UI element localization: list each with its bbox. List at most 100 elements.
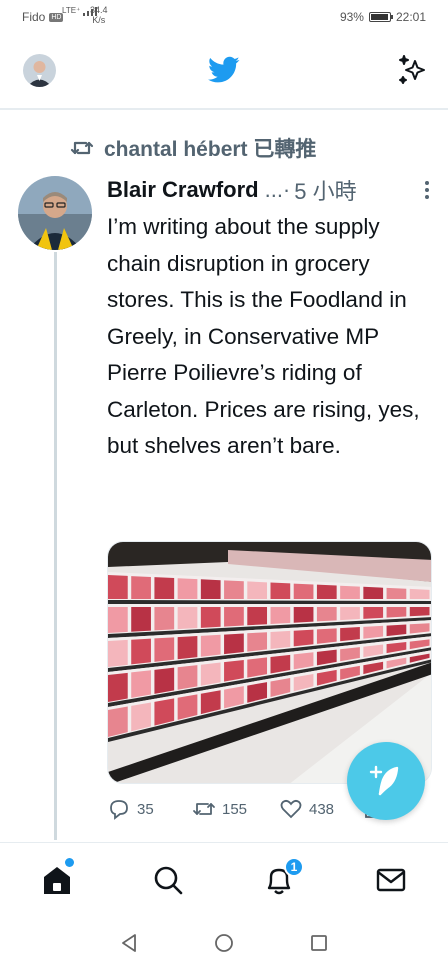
reply-icon (110, 800, 128, 820)
meat-package (270, 582, 291, 599)
search-icon (154, 866, 183, 895)
retweet-context[interactable]: chantal hébert 已轉推 (70, 134, 316, 162)
meat-package (247, 581, 268, 599)
app-header (0, 34, 448, 110)
meat-package (316, 628, 337, 644)
clock: 22:01 (395, 10, 426, 24)
meat-package (409, 607, 430, 617)
meat-package (247, 632, 268, 652)
like-count: 438 (309, 800, 335, 818)
home-new-dot (65, 858, 74, 867)
reply-button[interactable]: 35 (107, 798, 154, 820)
meat-package (224, 607, 244, 627)
system-nav (0, 914, 448, 970)
author-name[interactable]: Blair Crawford (107, 177, 259, 203)
meat-package (293, 629, 314, 647)
back-icon[interactable] (118, 932, 140, 954)
meat-package (200, 662, 221, 686)
meat-package (224, 659, 244, 682)
profile-avatar[interactable] (23, 54, 56, 87)
meat-package (131, 638, 151, 665)
meat-package (131, 670, 151, 698)
meat-package (293, 607, 314, 623)
meat-package (363, 625, 384, 639)
heart-icon (280, 799, 302, 819)
meat-package (340, 607, 360, 621)
meat-package (154, 667, 175, 694)
reply-count: 35 (137, 800, 154, 818)
tweet-header: Blair Crawford ...· 5 小時 (107, 173, 434, 207)
home-circle-icon[interactable] (213, 932, 235, 954)
meat-package (224, 633, 244, 655)
retweet-action-icon (193, 803, 215, 815)
meat-package (247, 607, 268, 626)
author-handle[interactable]: ...· (265, 177, 291, 203)
meat-package (131, 607, 151, 632)
meat-package (200, 579, 221, 599)
battery-percent: 93% (339, 10, 364, 24)
author-avatar[interactable] (18, 176, 92, 250)
meat-package (316, 607, 337, 622)
retweet-count: 155 (222, 800, 248, 818)
feather-plus-icon (369, 765, 399, 796)
meat-package (340, 585, 360, 599)
meat-package (177, 665, 198, 690)
home-icon (44, 867, 70, 894)
meat-package (200, 634, 221, 657)
meat-package (154, 637, 175, 662)
tweet-time[interactable]: 5 小時 (294, 174, 356, 206)
meat-package (154, 577, 175, 599)
retweet-button[interactable]: 155 (192, 798, 247, 820)
meat-package (293, 583, 314, 599)
meat-package (363, 586, 384, 599)
meat-package (131, 576, 151, 599)
nav-notifications[interactable]: 1 (262, 857, 304, 897)
thread-line (54, 252, 57, 840)
meat-package (108, 607, 128, 633)
status-right: 93% 22:01 (340, 10, 426, 24)
meat-package (108, 575, 128, 599)
sparkle-icon[interactable] (396, 53, 430, 87)
retweeted-by: chantal hébert 已轉推 (104, 138, 317, 161)
meat-package (409, 588, 430, 599)
meat-package (386, 587, 407, 599)
battery-fill (370, 14, 388, 20)
meat-package (108, 672, 128, 702)
bottom-nav: 1 (0, 842, 448, 914)
carrier-group: Fido HD (22, 10, 64, 24)
meat-package (177, 607, 198, 630)
meat-package (270, 630, 291, 649)
meat-package (108, 706, 128, 737)
nav-messages[interactable] (374, 863, 408, 897)
recents-icon[interactable] (308, 932, 330, 954)
envelope-icon (376, 868, 406, 892)
meat-package (108, 639, 128, 667)
nav-home[interactable] (40, 858, 74, 897)
meat-package (363, 607, 384, 619)
like-button[interactable]: 438 (279, 798, 334, 820)
twitter-bird-icon[interactable] (208, 56, 240, 84)
battery-icon (368, 12, 393, 22)
more-options-icon[interactable] (420, 178, 434, 202)
meat-package (177, 578, 198, 599)
notification-badge: 1 (284, 857, 304, 877)
meat-package (316, 584, 337, 599)
meat-package (270, 607, 291, 624)
tweet-text: I’m writing about the supply chain disru… (107, 214, 420, 458)
meat-package (131, 702, 151, 732)
speed-unit: K/s (92, 15, 106, 25)
meat-package (200, 607, 221, 628)
speed-readout: 34.4 K/s (90, 5, 108, 25)
meat-package (340, 627, 360, 642)
retweet-icon (70, 141, 94, 155)
compose-tweet-button[interactable] (347, 742, 425, 820)
meat-package (177, 636, 198, 660)
meat-package (224, 580, 244, 599)
network-type: LTE⁺ (62, 6, 81, 15)
speed-value: 34.4 (90, 5, 108, 15)
meat-package (154, 607, 175, 631)
meat-package (247, 657, 268, 678)
nav-search[interactable] (151, 863, 185, 897)
carrier-label: Fido (22, 10, 46, 24)
meat-package (386, 607, 407, 618)
